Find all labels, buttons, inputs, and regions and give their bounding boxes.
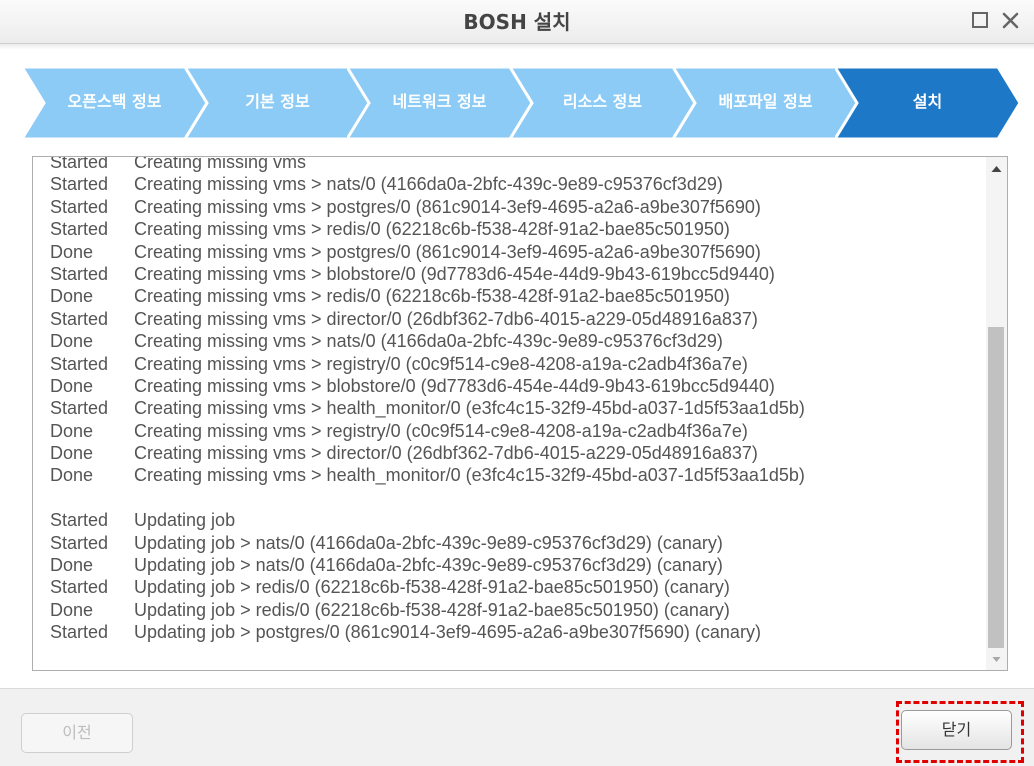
title-bar: BOSH 설치 bbox=[0, 0, 1034, 44]
log-status: Started bbox=[50, 174, 109, 195]
log-status: Started bbox=[50, 353, 109, 374]
log-line: Started Creating missing vms > registry/0… bbox=[50, 353, 980, 375]
log-line: Done Creating missing vms > postgres/0 (8… bbox=[50, 241, 980, 263]
wizard-step-label: 리소스 정보 bbox=[562, 92, 643, 111]
log-status: Started bbox=[50, 577, 109, 598]
log-line: Done Updating job > redis/0 (62218c6b-f53… bbox=[50, 599, 980, 621]
log-status: Done bbox=[50, 443, 94, 464]
log-message: Creating missing vms > director/0 (26dbf… bbox=[134, 443, 758, 464]
log-message: Updating job > nats/0 (4166da0a-2bfc-439… bbox=[134, 532, 723, 553]
log-message: Creating missing vms > nats/0 (4166da0a-… bbox=[134, 331, 723, 352]
log-line: Started Creating missing vms > blobstore/… bbox=[50, 263, 980, 285]
wizard-step-6[interactable]: 설치 bbox=[835, 67, 1020, 139]
log-scrollbar[interactable] bbox=[986, 157, 1007, 670]
wizard-step-label: 설치 bbox=[912, 92, 943, 111]
prev-button[interactable]: 이전 bbox=[21, 713, 133, 753]
wizard-step-1[interactable]: 오픈스택 정보 bbox=[22, 67, 207, 139]
install-log: Started Creating missing vms Started Creati… bbox=[32, 156, 1008, 671]
wizard-step-5[interactable]: 배포파일 정보 bbox=[673, 67, 858, 139]
log-line: Done Creating missing vms > registry/0 (c… bbox=[50, 420, 980, 442]
log-message: Creating missing vms bbox=[134, 156, 307, 172]
log-message: Updating job > nats/0 (4166da0a-2bfc-439… bbox=[134, 555, 723, 576]
log-status: Started bbox=[50, 532, 109, 553]
log-line: Started Creating missing vms > nats/0 (41… bbox=[50, 173, 980, 195]
log-status: Done bbox=[50, 555, 94, 576]
wizard-step-4[interactable]: 리소스 정보 bbox=[510, 67, 695, 139]
wizard-steps: 오픈스택 정보 기본 정보 네트워크 정보 리소스 정보 배포파일 정보 설치 bbox=[22, 67, 1020, 139]
log-message: Creating missing vms > director/0 (26dbf… bbox=[134, 308, 758, 329]
title-shadow bbox=[0, 44, 1034, 50]
log-line: Done Creating missing vms > blobstore/0 (… bbox=[50, 375, 980, 397]
dialog-footer: 이전 닫기 bbox=[0, 688, 1034, 766]
log-status: Done bbox=[50, 599, 94, 620]
log-message: Creating missing vms > postgres/0 (861c9… bbox=[134, 241, 761, 262]
log-line: Started Updating job > redis/0 (62218c6b-… bbox=[50, 576, 980, 598]
log-message: Updating job bbox=[134, 510, 236, 531]
log-line: Done Creating missing vms > health_monito… bbox=[50, 464, 980, 486]
log-message: Updating job > redis/0 (62218c6b-f538-42… bbox=[134, 599, 730, 620]
log-status: Done bbox=[50, 331, 94, 352]
log-message: Creating missing vms > registry/0 (c0c9f… bbox=[134, 420, 748, 441]
log-lines: Started Creating missing vms Started Creati… bbox=[50, 156, 980, 644]
close-button[interactable]: 닫기 bbox=[901, 710, 1012, 750]
log-message: Updating job > postgres/0 (861c9014-3ef9… bbox=[134, 622, 761, 643]
log-line: Started Updating job > postgres/0 (861c90… bbox=[50, 621, 980, 643]
wizard-step-3[interactable]: 네트워크 정보 bbox=[347, 67, 532, 139]
scroll-up-arrow-icon[interactable] bbox=[986, 157, 1007, 179]
log-status: Started bbox=[50, 219, 109, 240]
log-status: Done bbox=[50, 420, 94, 441]
log-line: Started Creating missing vms > health_mon… bbox=[50, 397, 980, 419]
log-line: Started Creating missing vms > redis/0 (6… bbox=[50, 218, 980, 240]
log-line: Done Creating missing vms > director/0 (2… bbox=[50, 442, 980, 464]
log-message: Creating missing vms > health_monitor/0 … bbox=[134, 398, 805, 419]
log-message: Creating missing vms > redis/0 (62218c6b… bbox=[134, 286, 730, 307]
log-status: Started bbox=[50, 263, 109, 284]
log-status: Started bbox=[50, 156, 109, 172]
log-message: Creating missing vms > redis/0 (62218c6b… bbox=[134, 219, 730, 240]
close-icon[interactable] bbox=[998, 8, 1024, 34]
log-line: Started Creating missing vms bbox=[50, 156, 980, 173]
log-message: Creating missing vms > nats/0 (4166da0a-… bbox=[134, 174, 723, 195]
wizard-step-label: 네트워크 정보 bbox=[392, 92, 487, 111]
window-title: BOSH 설치 bbox=[463, 10, 571, 34]
wizard-step-2[interactable]: 기본 정보 bbox=[185, 67, 370, 139]
log-line: Done Creating missing vms > redis/0 (6221… bbox=[50, 285, 980, 307]
log-message: Creating missing vms > blobstore/0 (9d77… bbox=[134, 263, 775, 284]
log-line: Started Creating missing vms > director/0… bbox=[50, 308, 980, 330]
log-status: Done bbox=[50, 241, 94, 262]
log-message: Creating missing vms > registry/0 (c0c9f… bbox=[134, 353, 748, 374]
log-status: Done bbox=[50, 465, 94, 486]
log-line: Started Updating job > nats/0 (4166da0a-2… bbox=[50, 532, 980, 554]
wizard-step-label: 오픈스택 정보 bbox=[67, 92, 162, 111]
log-line: Done Updating job > nats/0 (4166da0a-2bfc… bbox=[50, 554, 980, 576]
log-message: Creating missing vms > blobstore/0 (9d77… bbox=[134, 375, 775, 396]
log-line: Started Creating missing vms > postgres/0… bbox=[50, 196, 980, 218]
wizard-step-label: 기본 정보 bbox=[245, 92, 310, 111]
scrollbar-thumb[interactable] bbox=[988, 327, 1004, 648]
log-message: Updating job > redis/0 (62218c6b-f538-42… bbox=[134, 577, 730, 598]
log-status: Started bbox=[50, 196, 109, 217]
log-status: Done bbox=[50, 286, 94, 307]
log-status: Started bbox=[50, 398, 109, 419]
log-message: Creating missing vms > health_monitor/0 … bbox=[134, 465, 805, 486]
wizard-step-label: 배포파일 정보 bbox=[718, 92, 813, 111]
maximize-icon[interactable] bbox=[968, 8, 994, 34]
log-line: Done Creating missing vms > nats/0 (4166d… bbox=[50, 330, 980, 352]
log-status: Done bbox=[50, 375, 94, 396]
log-line: Started Updating job bbox=[50, 509, 980, 531]
log-status: Started bbox=[50, 308, 109, 329]
log-status: Started bbox=[50, 622, 109, 643]
log-message: Creating missing vms > postgres/0 (861c9… bbox=[134, 196, 761, 217]
log-status: Started bbox=[50, 510, 109, 531]
scroll-down-arrow-icon[interactable] bbox=[986, 648, 1007, 670]
